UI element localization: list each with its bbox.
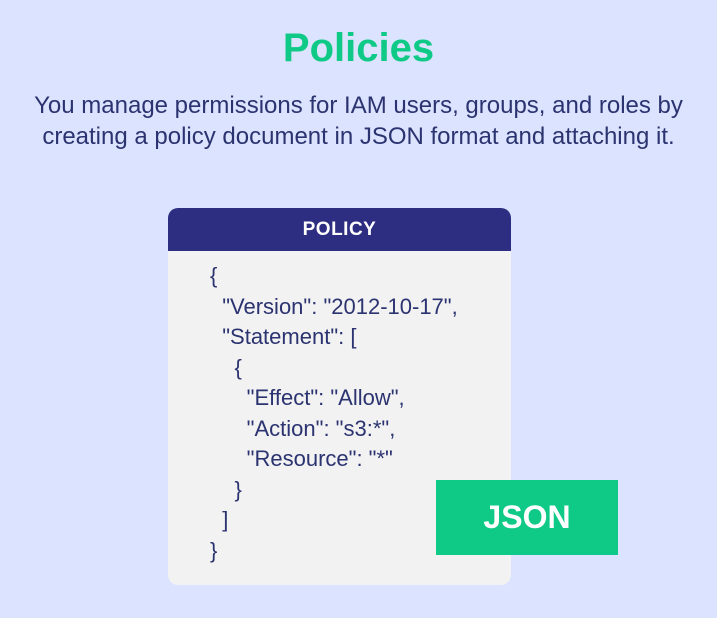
code-line: "Effect": "Allow",	[210, 385, 405, 410]
code-line: "Resource": "*"	[210, 446, 393, 471]
policy-header: POLICY	[168, 208, 511, 251]
code-line: "Statement": [	[210, 324, 357, 349]
code-line: {	[210, 354, 242, 380]
code-line: "Version": "2012-10-17",	[210, 293, 458, 319]
code-line: "Action": "s3:*",	[210, 415, 396, 441]
page-subtitle: You manage permissions for IAM users, gr…	[34, 92, 683, 150]
json-badge: JSON	[436, 480, 618, 555]
code-line: {	[210, 263, 218, 288]
page-title: Policies	[282, 26, 435, 70]
